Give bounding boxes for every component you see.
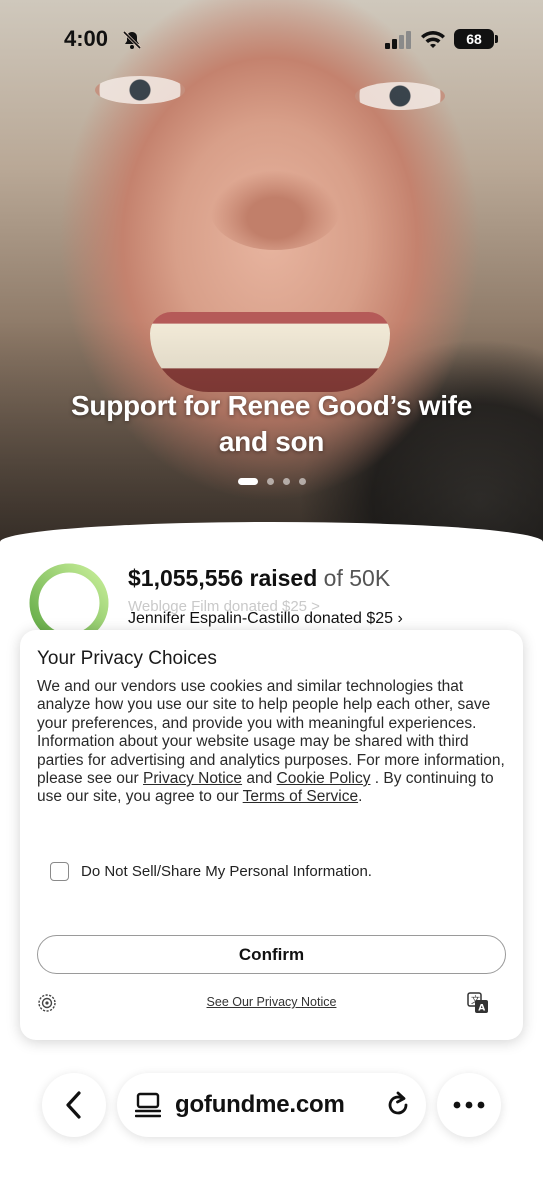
page-menu-icon[interactable] [135, 1092, 161, 1118]
privacy-choices-dialog: Your Privacy Choices We and our vendors … [20, 630, 523, 1040]
wifi-icon [421, 31, 445, 48]
address-bar[interactable]: gofundme.com [117, 1073, 426, 1137]
amount-raised: $1,055,556 raised of 50K [128, 565, 390, 592]
reload-icon[interactable] [384, 1091, 412, 1119]
privacy-body-text: and [242, 770, 277, 788]
goal-amount: of 50K [317, 565, 391, 591]
more-icon [453, 1101, 485, 1109]
url-text[interactable]: gofundme.com [175, 1091, 345, 1119]
browser-toolbar: gofundme.com [0, 1055, 543, 1179]
back-button[interactable] [42, 1073, 106, 1137]
status-time: 4:00 [64, 26, 109, 51]
hero-photo-detail [95, 76, 185, 104]
carousel-dot[interactable] [237, 478, 258, 485]
carousel-dot[interactable] [298, 478, 306, 485]
svg-text:A: A [478, 1004, 485, 1014]
cellular-signal-icon [385, 31, 411, 49]
confirm-button[interactable]: Confirm [37, 935, 506, 974]
campaign-title: Support for Renee Good’s wife and son [71, 390, 472, 457]
more-options-button[interactable] [437, 1073, 501, 1137]
privacy-body-text: . [358, 788, 363, 806]
terms-of-service-link[interactable]: Terms of Service [243, 788, 358, 805]
privacy-description: We and our vendors use cookies and simil… [37, 678, 509, 807]
do-not-sell-label[interactable]: Do Not Sell/Share My Personal Informatio… [81, 863, 372, 880]
see-privacy-notice-link[interactable]: See Our Privacy Notice [20, 995, 523, 1009]
hero-photo-detail [210, 170, 340, 250]
status-bar: 4:00 68 [0, 0, 543, 80]
carousel-dots[interactable] [0, 478, 543, 485]
carousel-dot[interactable] [266, 478, 274, 485]
silent-mode-icon [122, 30, 142, 50]
privacy-title: Your Privacy Choices [37, 648, 217, 669]
latest-donation[interactable]: Jennifer Espalin-Castillo donated $25 › [128, 610, 403, 628]
translate-icon[interactable]: 文 A [467, 992, 489, 1014]
carousel-dot[interactable] [282, 478, 290, 485]
battery-indicator: 68 [454, 29, 498, 49]
do-not-sell-checkbox[interactable] [50, 862, 69, 881]
hero-photo-detail [355, 82, 445, 110]
privacy-notice-link[interactable]: Privacy Notice [143, 770, 242, 787]
cookie-policy-link[interactable]: Cookie Policy [277, 770, 371, 787]
campaign-hero-image[interactable] [0, 0, 543, 560]
back-chevron-icon [66, 1091, 81, 1119]
raised-amount: $1,055,556 raised [128, 565, 318, 591]
do-not-sell-option[interactable]: Do Not Sell/Share My Personal Informatio… [50, 862, 372, 881]
